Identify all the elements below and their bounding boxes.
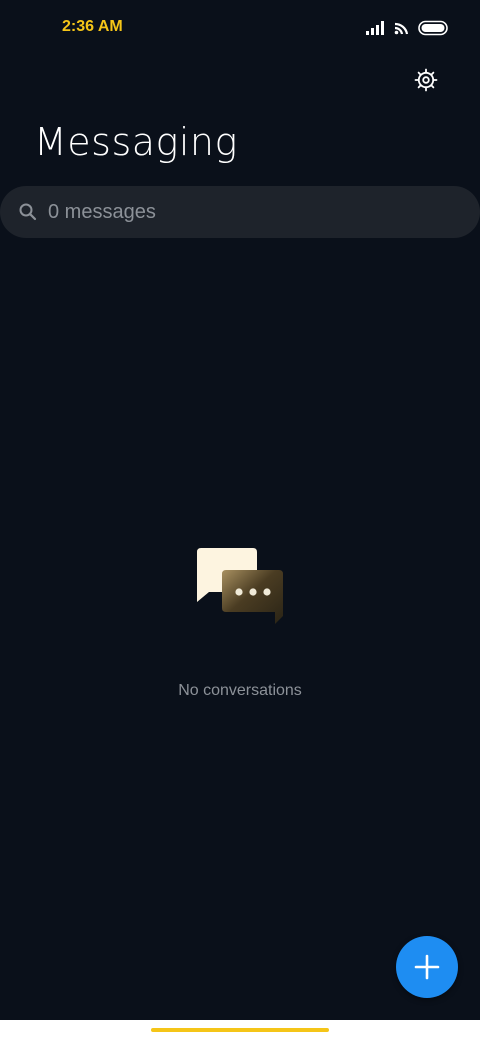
search-bar[interactable] (0, 186, 480, 238)
battery-icon (418, 20, 448, 36)
wifi-icon (394, 22, 409, 35)
status-icons (366, 18, 450, 38)
empty-state-message: No conversations (178, 682, 302, 699)
navigation-bar (0, 1020, 480, 1040)
chat-bubbles-icon (197, 548, 283, 624)
search-input[interactable] (48, 200, 480, 224)
page-title: Messaging (34, 120, 238, 164)
status-time: 2:36 AM (62, 18, 123, 35)
plus-icon (414, 954, 440, 980)
settings-button[interactable] (410, 64, 442, 96)
signal-icon (366, 21, 384, 35)
messaging-screen: 2:36 AM Messaging 0 messages No conversa… (0, 0, 480, 1020)
new-conversation-button[interactable] (396, 936, 458, 998)
gear-icon (414, 68, 438, 92)
status-bar: 2:36 AM (0, 0, 480, 56)
search-icon (19, 203, 37, 221)
home-indicator[interactable] (151, 1028, 329, 1032)
